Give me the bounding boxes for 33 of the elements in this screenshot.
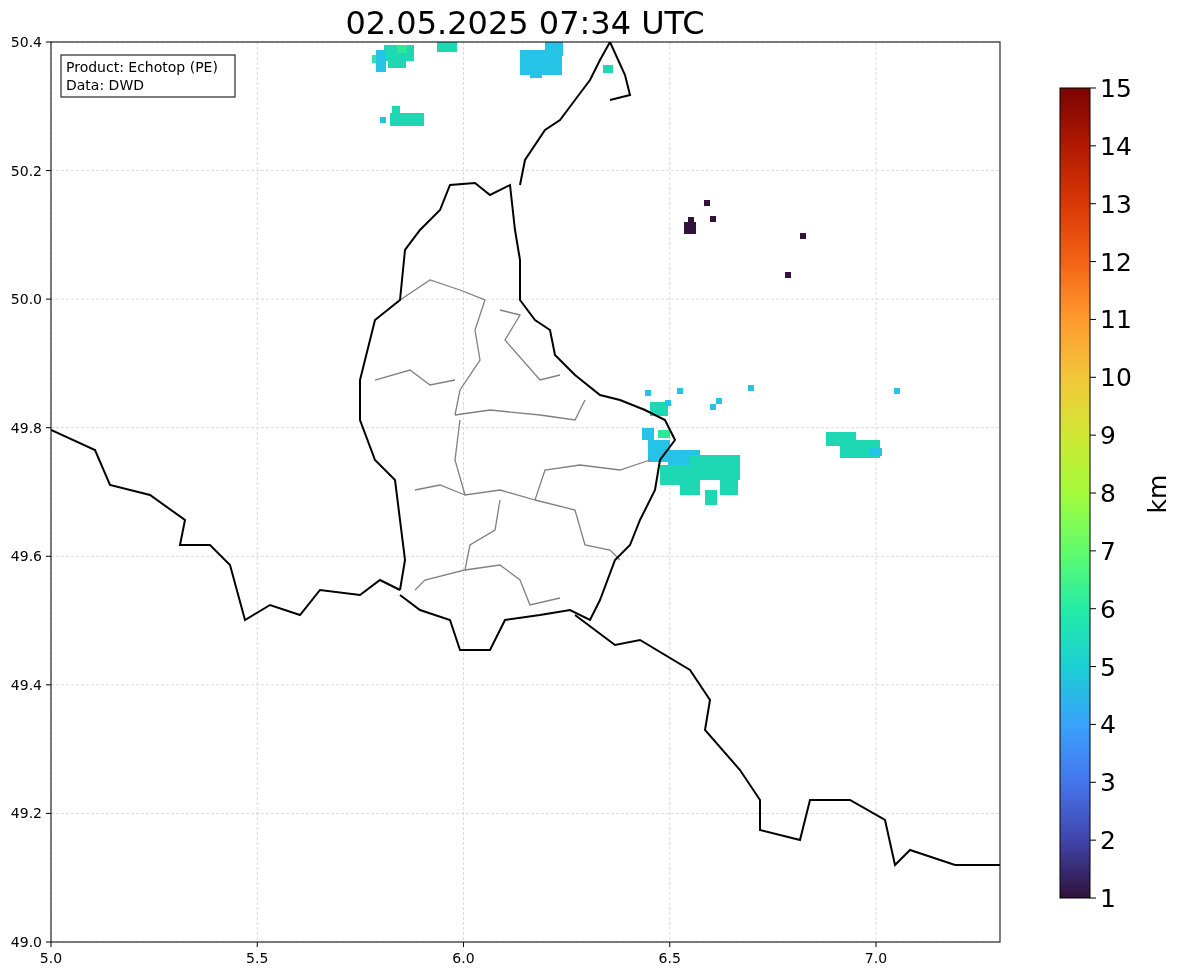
y-tick-label: 50.2 [10,162,42,179]
info-text: Data: DWD [66,77,144,93]
y-tick-label: 49.4 [10,676,42,693]
colorbar-tick-label: 11 [1100,305,1132,335]
y-tick-label: 49.8 [10,419,42,436]
colorbar-tick-label: 4 [1100,710,1116,740]
colorbar-tick-label: 3 [1100,768,1116,798]
colorbar-tick-label: 6 [1100,594,1116,624]
colorbar-tick-label: 1 [1100,884,1116,913]
colorbar-tick-label: 13 [1100,189,1132,219]
colorbar-tick-label: 5 [1100,652,1116,682]
x-tick-label: 5.0 [39,950,63,966]
colorbar-tick-label: 15 [1100,74,1132,103]
colorbar-tick-label: 8 [1100,479,1116,508]
colorbar-tick-label: 12 [1100,247,1132,277]
y-tick-label: 49.0 [10,934,42,950]
info-text: Product: Echotop (PE) [66,59,218,75]
chart-title: 02.05.2025 07:34 UTC [345,4,705,42]
y-tick-label: 50.0 [10,291,42,308]
colorbar-tick-label: 9 [1100,421,1116,451]
y-tick-label: 50.4 [10,34,42,50]
colorbar-tick-label: 7 [1100,536,1116,566]
x-tick-label: 6.0 [452,950,475,966]
x-tick-label: 7.0 [864,950,888,966]
y-tick-label: 49.6 [10,548,42,565]
x-tick-label: 6.5 [658,950,681,966]
colorbar-label: km [1143,474,1172,514]
colorbar-tick-label: 2 [1100,826,1116,856]
colorbar-tick-label: 14 [1100,131,1132,161]
y-tick-label: 49.2 [10,805,42,822]
x-tick-label: 5.5 [246,950,269,966]
colorbar-tick-label: 10 [1100,363,1132,393]
district-border [499,309,561,381]
